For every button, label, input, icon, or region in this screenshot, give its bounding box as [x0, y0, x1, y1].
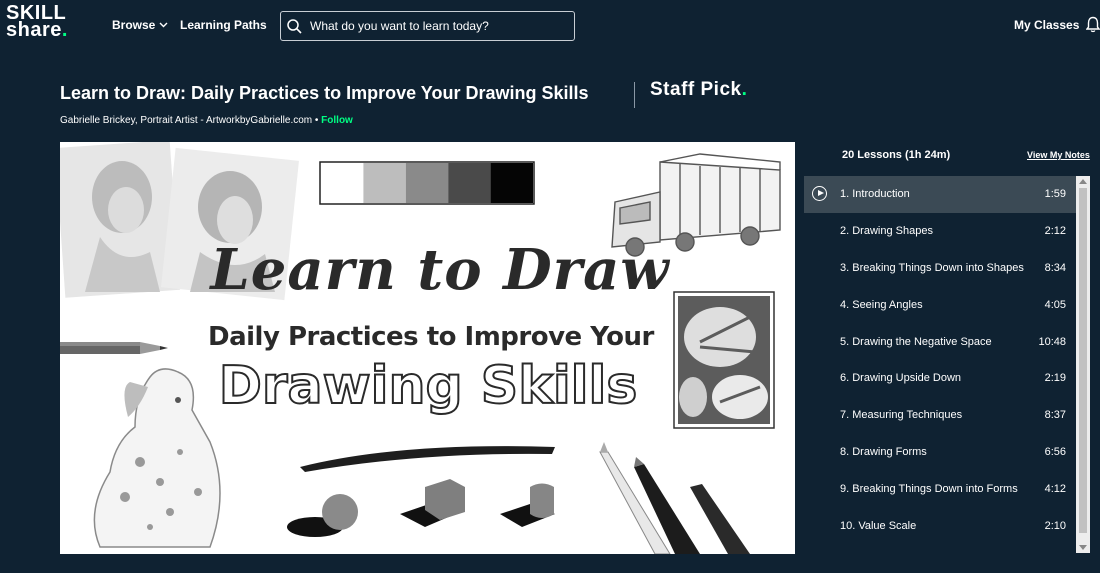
play-circle-icon	[812, 186, 827, 201]
lesson-item[interactable]: 3. Breaking Things Down into Shapes 8:34	[804, 250, 1076, 287]
lesson-item[interactable]: 6. Drawing Upside Down 2:19	[804, 360, 1076, 397]
lesson-scrollbar[interactable]	[1076, 176, 1090, 553]
lessons-count: 20 Lessons (1h 24m)	[842, 149, 951, 161]
lesson-name: 6. Drawing Upside Down	[840, 372, 962, 385]
lesson-item[interactable]: 7. Measuring Techniques 8:37	[804, 397, 1076, 434]
portrait-sketch-1	[60, 142, 181, 298]
lesson-name: 2. Drawing Shapes	[840, 225, 933, 238]
logo-dot: .	[61, 19, 68, 41]
lesson-name: 4. Seeing Angles	[840, 298, 923, 311]
lesson-item[interactable]: 10. Value Scale 2:10	[804, 507, 1076, 544]
lesson-list: 1. Introduction 1:59 2. Drawing Shapes 2…	[804, 176, 1076, 544]
scroll-up-arrow-icon[interactable]	[1079, 179, 1087, 184]
lesson-name: 9. Breaking Things Down into Forms	[840, 482, 1018, 495]
lesson-name: 1. Introduction	[840, 188, 910, 201]
lesson-item-active[interactable]: 1. Introduction 1:59	[804, 176, 1076, 213]
lesson-duration: 2:19	[1044, 372, 1066, 385]
title-divider	[634, 82, 635, 108]
monstera-leaf-drawing	[673, 291, 775, 429]
brush-stroke	[300, 446, 555, 472]
value-swatch	[490, 163, 533, 203]
follow-button[interactable]: Follow	[321, 115, 353, 126]
byline-bullet: •	[312, 115, 322, 126]
video-subtitle: Daily Practices to Improve Your	[208, 322, 654, 352]
logo-line-2: share	[6, 19, 62, 41]
lesson-duration: 4:12	[1044, 482, 1066, 495]
video-title-outline: Drawing Skills	[218, 355, 639, 417]
lesson-duration: 2:10	[1044, 519, 1066, 532]
value-swatch	[405, 163, 449, 203]
lesson-duration: 1:59	[1044, 188, 1066, 201]
video-player[interactable]: Learn to Draw Daily Practices to Improve…	[60, 142, 795, 554]
learning-paths-link[interactable]: Learning Paths	[180, 18, 267, 32]
lesson-duration: 8:37	[1044, 409, 1066, 422]
view-notes-link[interactable]: View My Notes	[1027, 150, 1090, 160]
value-swatches	[319, 161, 535, 205]
value-swatch	[448, 163, 491, 203]
lesson-duration: 8:34	[1044, 261, 1066, 274]
3d-shapes	[287, 479, 555, 537]
learning-paths-label: Learning Paths	[180, 18, 267, 32]
lesson-item[interactable]: 9. Breaking Things Down into Forms 4:12	[804, 470, 1076, 507]
lesson-name: 10. Value Scale	[840, 519, 917, 532]
course-byline: Gabrielle Brickey, Portrait Artist - Art…	[60, 115, 353, 126]
lesson-item[interactable]: 2. Drawing Shapes 2:12	[804, 213, 1076, 250]
browse-menu[interactable]: Browse	[112, 18, 168, 32]
lesson-name: 8. Drawing Forms	[840, 445, 927, 458]
value-swatch	[321, 163, 364, 203]
lesson-item[interactable]: 4. Seeing Angles 4:05	[804, 286, 1076, 323]
staff-pick-dot: .	[741, 79, 748, 100]
staff-pick-badge: Staff Pick.	[650, 79, 747, 101]
value-swatch	[363, 163, 406, 203]
scroll-thumb[interactable]	[1079, 188, 1087, 533]
lesson-name: 7. Measuring Techniques	[840, 409, 963, 422]
lesson-duration: 10:48	[1038, 335, 1066, 348]
dalmatian-drawing	[93, 368, 221, 548]
search-icon	[287, 18, 302, 34]
video-title-script: Learn to Draw	[210, 237, 670, 303]
lesson-name: 5. Drawing the Negative Space	[840, 335, 992, 348]
lesson-item[interactable]: 8. Drawing Forms 6:56	[804, 434, 1076, 471]
lesson-name: 3. Breaking Things Down into Shapes	[840, 261, 1024, 274]
lesson-duration: 4:05	[1044, 298, 1066, 311]
search-input[interactable]	[310, 19, 570, 33]
lesson-item[interactable]: 5. Drawing the Negative Space 10:48	[804, 323, 1076, 360]
top-nav: SKILL share. Browse Learning Paths My Cl…	[0, 0, 1100, 52]
course-title: Learn to Draw: Daily Practices to Improv…	[60, 83, 589, 103]
my-classes-link[interactable]: My Classes	[1014, 18, 1079, 32]
chevron-down-icon	[159, 22, 168, 28]
lesson-duration: 2:12	[1044, 225, 1066, 238]
browse-label: Browse	[112, 18, 156, 32]
pencils-drawing	[599, 442, 750, 554]
lesson-duration: 6:56	[1044, 445, 1066, 458]
bell-icon[interactable]	[1086, 16, 1100, 33]
search-box[interactable]	[280, 11, 575, 41]
skillshare-logo[interactable]: SKILL share.	[6, 3, 68, 41]
scroll-down-arrow-icon[interactable]	[1079, 545, 1087, 550]
author-link[interactable]: Gabrielle Brickey, Portrait Artist - Art…	[60, 115, 312, 126]
staff-pick-label: Staff Pick	[650, 79, 742, 100]
pen-drawing	[60, 342, 168, 354]
